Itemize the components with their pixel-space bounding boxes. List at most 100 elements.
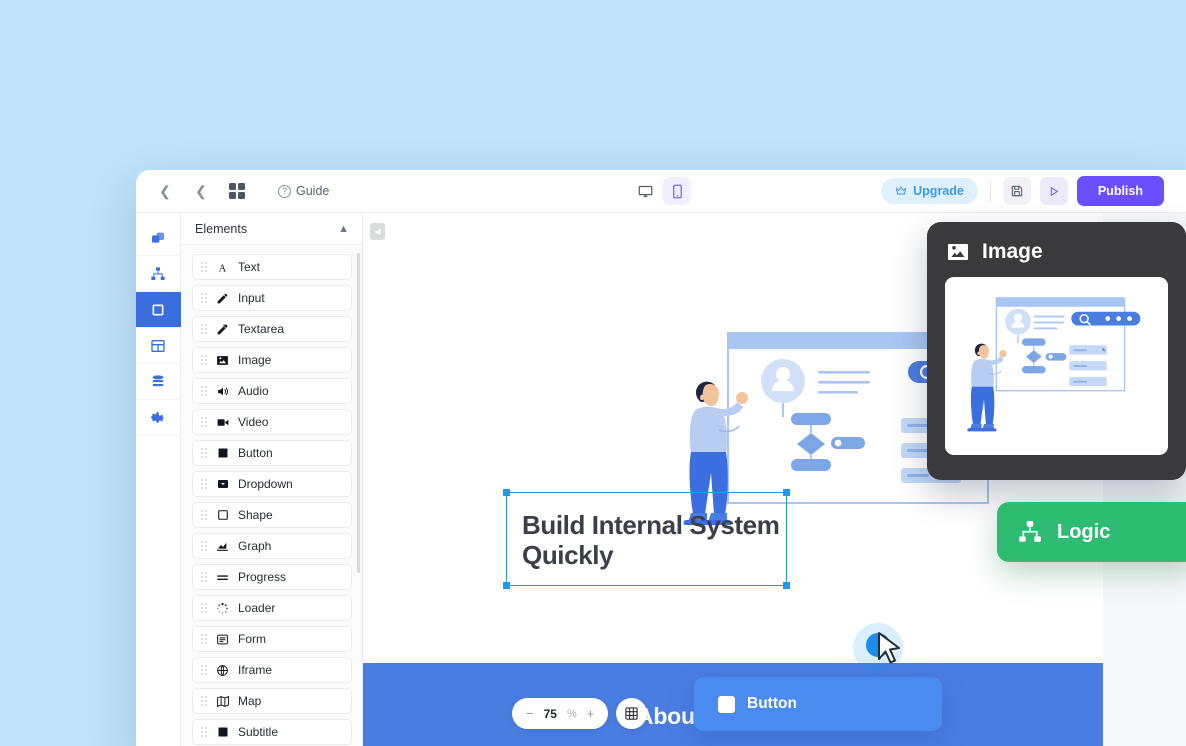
element-item-label: Video (238, 415, 269, 429)
viewport-desktop-button[interactable] (631, 177, 659, 205)
guide-button[interactable]: ? Guide (278, 184, 329, 198)
publish-button[interactable]: Publish (1076, 176, 1164, 206)
dropdown-caret-icon (215, 478, 230, 490)
element-item-label: Iframe (238, 663, 273, 677)
element-item-audio[interactable]: Audio (192, 378, 352, 404)
layers-icon (152, 232, 164, 243)
drag-dots-icon[interactable] (201, 386, 207, 396)
image-card-title: Image (982, 240, 1043, 263)
drag-preview-button-chip[interactable]: Button (694, 677, 942, 731)
element-item-label: Map (238, 694, 262, 708)
element-item-dropdown[interactable]: Dropdown (192, 471, 352, 497)
drag-dots-icon[interactable] (201, 572, 207, 582)
rail-item-sitemap[interactable] (136, 256, 181, 292)
element-item-label: Audio (238, 384, 269, 398)
resize-handle-top-left[interactable] (503, 489, 510, 496)
resize-handle-top-right[interactable] (783, 489, 790, 496)
toolbar-left-group: ❮ ❮ ? Guide (136, 180, 329, 202)
image-element-card[interactable]: Image (927, 222, 1186, 480)
element-item-label: Progress (238, 570, 287, 584)
grid-snap-button[interactable] (616, 698, 648, 729)
rail-item-settings[interactable] (136, 400, 181, 436)
drag-dots-icon[interactable] (201, 262, 207, 272)
drag-dots-icon[interactable] (201, 541, 207, 551)
square-filled-icon (215, 726, 230, 738)
crown-icon (895, 186, 907, 195)
drag-dots-icon[interactable] (201, 696, 207, 706)
panel-scrollbar[interactable] (357, 253, 360, 573)
element-item-map[interactable]: Map (192, 688, 352, 714)
globe-icon (215, 664, 230, 677)
element-item-iframe[interactable]: Iframe (192, 657, 352, 683)
back-icon[interactable]: ❮ (154, 180, 176, 202)
sitemap-icon (151, 266, 165, 280)
pencil-lines-icon (215, 323, 230, 336)
element-item-subtitle[interactable]: Subtitle (192, 719, 352, 745)
element-item-progress[interactable]: Progress (192, 564, 352, 590)
element-item-form[interactable]: Form (192, 626, 352, 652)
drag-dots-icon[interactable] (201, 634, 207, 644)
element-item-video[interactable]: Video (192, 409, 352, 435)
grid-snap-icon (625, 707, 639, 720)
resize-handle-bottom-right[interactable] (783, 582, 790, 589)
viewport-mobile-button[interactable] (663, 177, 691, 205)
video-camera-icon (215, 416, 230, 429)
zoom-out-button[interactable]: − (526, 706, 534, 721)
square-outline-icon (215, 509, 230, 521)
rail-item-layout[interactable] (136, 328, 181, 364)
upgrade-button[interactable]: Upgrade (881, 178, 978, 204)
nav-back-icon[interactable]: ❮ (190, 180, 212, 202)
element-item-image[interactable]: Image (192, 347, 352, 373)
drag-dots-icon[interactable] (201, 603, 207, 613)
rail-item-database[interactable] (136, 364, 181, 400)
drag-dots-icon[interactable] (201, 355, 207, 365)
drag-dots-icon[interactable] (201, 417, 207, 427)
mobile-icon (672, 184, 682, 198)
element-item-shape[interactable]: Shape (192, 502, 352, 528)
element-item-text[interactable]: A Text (192, 254, 352, 280)
element-item-label: Image (238, 353, 272, 367)
zoom-in-button[interactable]: + (587, 706, 595, 721)
element-item-label: Subtitle (238, 725, 279, 739)
element-item-label: Loader (238, 601, 276, 615)
rail-item-pages[interactable] (136, 220, 181, 256)
elements-list[interactable]: A Text Input Textarea Image Audio Video Button D… (181, 245, 362, 746)
hero-heading-text[interactable]: Build Internal System Quickly (522, 510, 782, 571)
form-lines-icon (215, 633, 230, 646)
chevron-up-icon[interactable]: ▲ (338, 223, 349, 235)
rail-item-elements[interactable] (136, 292, 181, 328)
guide-label: Guide (296, 184, 330, 198)
floppy-save-icon (1011, 185, 1023, 197)
element-item-input[interactable]: Input (192, 285, 352, 311)
square-filled-icon (215, 447, 230, 459)
save-button[interactable] (1002, 177, 1031, 205)
drag-dots-icon[interactable] (201, 448, 207, 458)
toolbar-right-group: Upgrade Publish (881, 176, 1186, 206)
drag-dots-icon[interactable] (201, 479, 207, 489)
drag-dots-icon[interactable] (201, 665, 207, 675)
chart-icon (215, 540, 230, 553)
image-card-header: Image (945, 240, 1168, 264)
zoom-stepper[interactable]: − 75 % + (512, 698, 609, 729)
drag-dots-icon[interactable] (201, 324, 207, 334)
logic-element-card[interactable]: Logic (997, 502, 1186, 562)
drag-dots-icon[interactable] (201, 293, 207, 303)
svg-text:A: A (219, 263, 227, 274)
element-item-loader[interactable]: Loader (192, 595, 352, 621)
zoom-controls: − 75 % + (512, 698, 648, 729)
element-item-textarea[interactable]: Textarea (192, 316, 352, 342)
grid-table-icon (151, 339, 165, 352)
drag-dots-icon[interactable] (201, 510, 207, 520)
element-item-graph[interactable]: Graph (192, 533, 352, 559)
grid-apps-icon[interactable] (226, 180, 248, 202)
thumbnail-illustration (945, 278, 1168, 454)
resize-handle-bottom-left[interactable] (503, 582, 510, 589)
gear-icon (151, 411, 164, 423)
element-item-label: Text (238, 260, 261, 274)
element-item-button[interactable]: Button (192, 440, 352, 466)
drag-dots-icon[interactable] (201, 727, 207, 737)
image-icon (215, 354, 230, 367)
canvas-collapse-button[interactable]: ◀ (370, 223, 385, 240)
spinner-icon (215, 602, 230, 615)
preview-button[interactable] (1039, 177, 1068, 205)
